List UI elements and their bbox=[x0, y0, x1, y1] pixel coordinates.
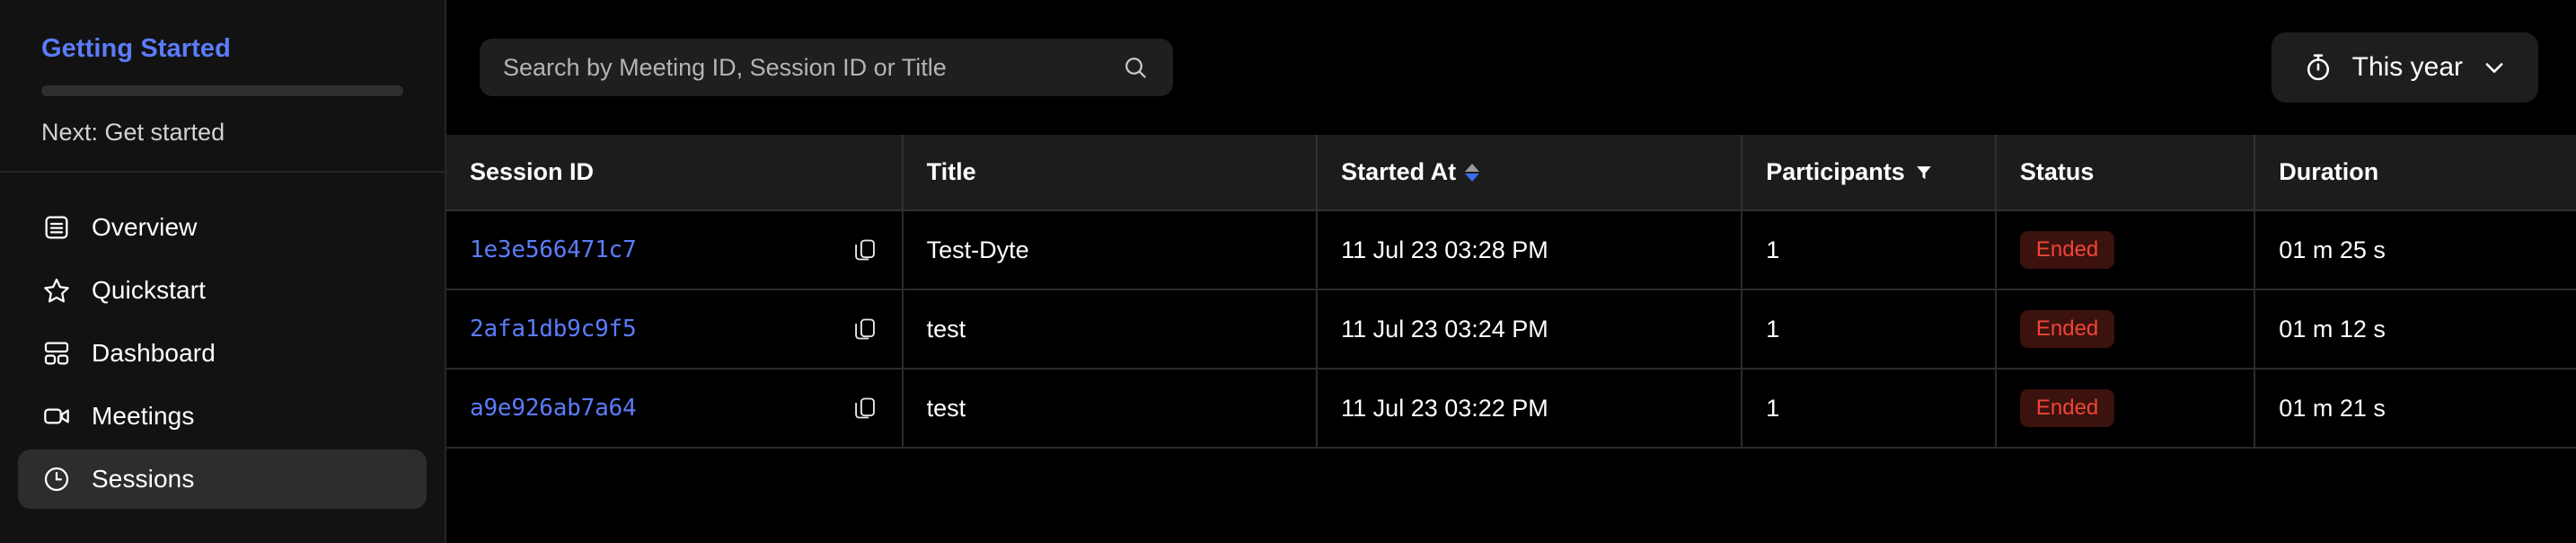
cell-session-id: 1e3e566471c7 bbox=[446, 210, 903, 289]
document-list-icon bbox=[41, 212, 72, 243]
dashboard-icon bbox=[41, 338, 72, 369]
sessions-table-wrapper: Session ID Title Started At bbox=[446, 135, 2576, 543]
getting-started-progress-bar bbox=[41, 85, 403, 96]
sidebar-item-overview[interactable]: Overview bbox=[18, 198, 427, 257]
search-box[interactable] bbox=[480, 39, 1173, 96]
sidebar-item-label: Overview bbox=[92, 213, 198, 242]
date-range-picker[interactable]: This year bbox=[2272, 32, 2538, 102]
column-header-label: Started At bbox=[1341, 158, 1456, 186]
cell-duration: 01 m 12 s bbox=[2254, 289, 2576, 369]
table-row[interactable]: a9e926ab7a64 test 11 Jul 23 03:22 bbox=[446, 369, 2576, 448]
session-id-link[interactable]: 2afa1db9c9f5 bbox=[470, 316, 636, 343]
sidebar-item-meetings[interactable]: Meetings bbox=[18, 387, 427, 446]
column-header-duration[interactable]: Duration bbox=[2254, 135, 2576, 210]
sidebar-item-quickstart[interactable]: Quickstart bbox=[18, 261, 427, 320]
column-header-label: Session ID bbox=[470, 158, 594, 186]
chevron-down-icon[interactable] bbox=[2481, 54, 2508, 81]
sidebar-item-sessions[interactable]: Sessions bbox=[18, 450, 427, 509]
column-header-started-at[interactable]: Started At bbox=[1317, 135, 1742, 210]
cell-title: test bbox=[903, 369, 1318, 448]
clock-icon bbox=[41, 464, 72, 494]
app-root: Getting Started Next: Get started Overvi… bbox=[0, 0, 2576, 543]
table-row[interactable]: 1e3e566471c7 Test-Dyte 11 Jul 23 0 bbox=[446, 210, 2576, 289]
getting-started-block: Getting Started Next: Get started bbox=[0, 0, 445, 173]
column-header-status[interactable]: Status bbox=[1996, 135, 2254, 210]
session-id-link[interactable]: 1e3e566471c7 bbox=[470, 236, 636, 263]
getting-started-next-label: Next: Get started bbox=[41, 118, 403, 147]
copy-icon[interactable] bbox=[851, 316, 878, 343]
filter-icon[interactable] bbox=[1914, 163, 1934, 182]
column-header-label: Title bbox=[927, 158, 976, 186]
cell-session-id: a9e926ab7a64 bbox=[446, 369, 903, 448]
getting-started-title[interactable]: Getting Started bbox=[41, 34, 403, 64]
sort-icon[interactable] bbox=[1465, 164, 1479, 182]
star-icon bbox=[41, 275, 72, 306]
search-icon[interactable] bbox=[1121, 53, 1150, 82]
video-camera-icon bbox=[41, 401, 72, 432]
table-header-row: Session ID Title Started At bbox=[446, 135, 2576, 210]
cell-status: Ended bbox=[1996, 210, 2254, 289]
status-badge: Ended bbox=[2020, 389, 2114, 427]
sidebar-item-dashboard[interactable]: Dashboard bbox=[18, 324, 427, 383]
column-header-label: Status bbox=[2020, 158, 2095, 186]
stopwatch-icon bbox=[2302, 51, 2334, 84]
cell-duration: 01 m 25 s bbox=[2254, 210, 2576, 289]
table-body: 1e3e566471c7 Test-Dyte 11 Jul 23 0 bbox=[446, 210, 2576, 448]
column-header-session-id[interactable]: Session ID bbox=[446, 135, 903, 210]
cell-status: Ended bbox=[1996, 289, 2254, 369]
cell-participants: 1 bbox=[1742, 369, 1996, 448]
main-content: This year bbox=[446, 0, 2576, 543]
column-header-label: Participants bbox=[1766, 158, 1905, 186]
cell-participants: 1 bbox=[1742, 210, 1996, 289]
cell-session-id: 2afa1db9c9f5 bbox=[446, 289, 903, 369]
toolbar: This year bbox=[446, 0, 2576, 135]
copy-icon[interactable] bbox=[851, 236, 878, 263]
cell-started-at: 11 Jul 23 03:28 PM bbox=[1317, 210, 1742, 289]
status-badge: Ended bbox=[2020, 310, 2114, 348]
sidebar: Getting Started Next: Get started Overvi… bbox=[0, 0, 446, 543]
table-row[interactable]: 2afa1db9c9f5 test 11 Jul 23 03:24 bbox=[446, 289, 2576, 369]
copy-icon[interactable] bbox=[851, 395, 878, 422]
column-header-participants[interactable]: Participants bbox=[1742, 135, 1996, 210]
sidebar-nav: Overview Quickstart Da bbox=[0, 173, 445, 509]
sessions-table: Session ID Title Started At bbox=[446, 135, 2576, 449]
table-head: Session ID Title Started At bbox=[446, 135, 2576, 210]
sidebar-item-label: Dashboard bbox=[92, 339, 216, 368]
status-badge: Ended bbox=[2020, 231, 2114, 269]
sidebar-item-label: Meetings bbox=[92, 402, 194, 431]
search-input[interactable] bbox=[503, 54, 1121, 82]
cell-duration: 01 m 21 s bbox=[2254, 369, 2576, 448]
session-id-link[interactable]: a9e926ab7a64 bbox=[470, 395, 636, 422]
column-header-label: Duration bbox=[2279, 158, 2378, 186]
cell-started-at: 11 Jul 23 03:24 PM bbox=[1317, 289, 1742, 369]
cell-participants: 1 bbox=[1742, 289, 1996, 369]
sidebar-item-label: Sessions bbox=[92, 465, 194, 494]
cell-title: Test-Dyte bbox=[903, 210, 1318, 289]
date-range-label: This year bbox=[2352, 52, 2463, 83]
sidebar-item-label: Quickstart bbox=[92, 276, 206, 305]
cell-started-at: 11 Jul 23 03:22 PM bbox=[1317, 369, 1742, 448]
cell-title: test bbox=[903, 289, 1318, 369]
cell-status: Ended bbox=[1996, 369, 2254, 448]
column-header-title[interactable]: Title bbox=[903, 135, 1318, 210]
